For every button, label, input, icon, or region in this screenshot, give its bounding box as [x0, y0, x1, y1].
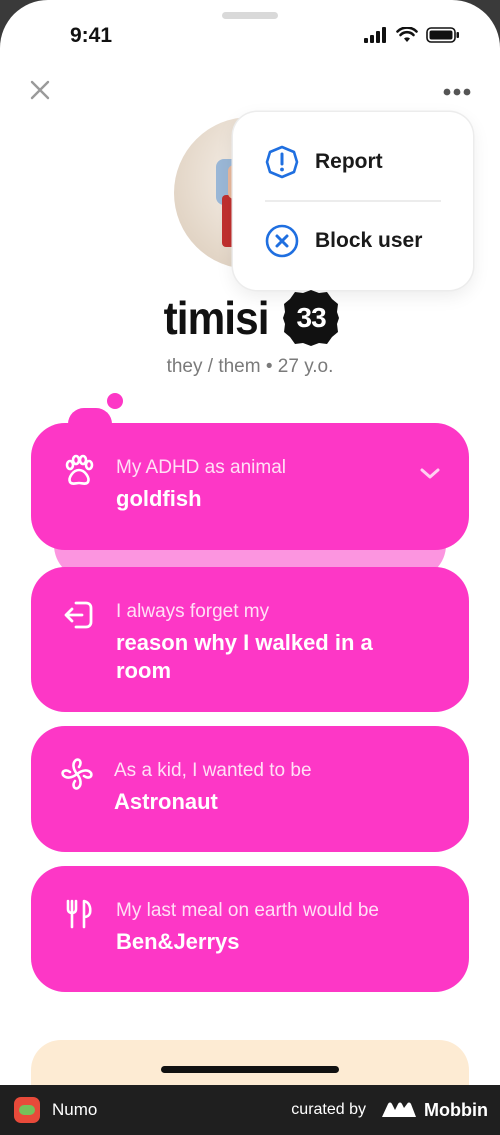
block-user-menu-item[interactable]: Block user — [265, 224, 422, 258]
profile-name-row: timisi 33 — [0, 288, 500, 348]
battery-icon — [426, 27, 459, 43]
card-value: goldfish — [116, 486, 202, 511]
card-label: My last meal on earth would be — [116, 900, 379, 921]
phone-screen: 9:41 Report Block user timisi 33 they / … — [0, 0, 500, 1085]
card-value: reason why I walked in a room — [116, 630, 373, 683]
exclamation-circle-icon — [265, 145, 299, 179]
card-value: Ben&Jerrys — [116, 929, 240, 954]
card-label: As a kid, I wanted to be — [114, 760, 312, 781]
more-options-icon[interactable] — [442, 84, 472, 100]
app-name: Numo — [52, 1100, 98, 1119]
door-enter-icon — [64, 601, 93, 629]
options-menu: Report Block user — [233, 112, 473, 290]
status-time: 9:41 — [70, 24, 113, 47]
profile-subtitle: they / them • 27 y.o. — [166, 356, 334, 377]
chevron-down-icon[interactable] — [419, 467, 441, 481]
card-last-meal[interactable]: My last meal on earth would be Ben&Jerry… — [31, 866, 469, 992]
fork-knife-icon — [66, 899, 92, 929]
next-card-peek — [31, 1040, 469, 1085]
paw-icon — [65, 454, 94, 485]
report-label: Report — [315, 150, 383, 173]
mobbin-brand[interactable]: Mobbin — [380, 1100, 488, 1121]
mobbin-label: Mobbin — [424, 1099, 488, 1120]
card-value: Astronaut — [114, 789, 218, 814]
close-icon[interactable] — [28, 78, 52, 102]
profile-name: timisi — [163, 292, 269, 344]
signal-icon — [364, 27, 386, 43]
app-icon — [14, 1097, 40, 1123]
card-label: My ADHD as animal — [116, 457, 286, 478]
card-kid-wanted[interactable]: As a kid, I wanted to be Astronaut — [31, 726, 469, 852]
pinwheel-icon — [61, 758, 93, 790]
home-indicator — [161, 1066, 339, 1073]
age-badge: 33 — [281, 288, 341, 348]
card-adhd-animal[interactable]: My ADHD as animal goldfish — [31, 423, 469, 550]
status-icons — [364, 27, 460, 43]
mobbin-logo-icon — [382, 1102, 417, 1117]
wifi-icon — [396, 27, 418, 42]
thought-bubble-dot — [107, 393, 123, 409]
attribution-footer: Numo curated by Mobbin — [0, 1085, 500, 1135]
curated-by-label: curated by — [291, 1101, 367, 1118]
report-menu-item[interactable]: Report — [265, 145, 383, 179]
notch-pill — [222, 12, 278, 19]
menu-divider — [265, 200, 441, 202]
card-label: I always forget my — [116, 601, 270, 622]
block-user-label: Block user — [315, 229, 423, 252]
card-always-forget[interactable]: I always forget my reason why I walked i… — [31, 567, 469, 712]
x-circle-icon — [265, 224, 299, 258]
